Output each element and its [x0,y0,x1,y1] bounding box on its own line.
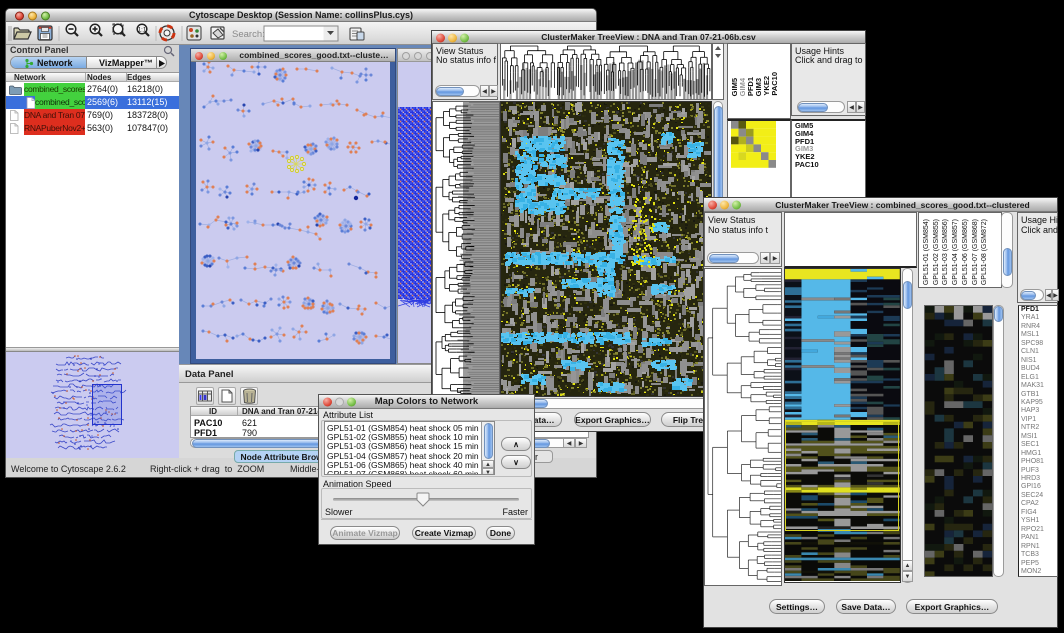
svg-text:1:1: 1:1 [138,28,147,34]
svg-text:Search:: Search: [232,29,265,40]
